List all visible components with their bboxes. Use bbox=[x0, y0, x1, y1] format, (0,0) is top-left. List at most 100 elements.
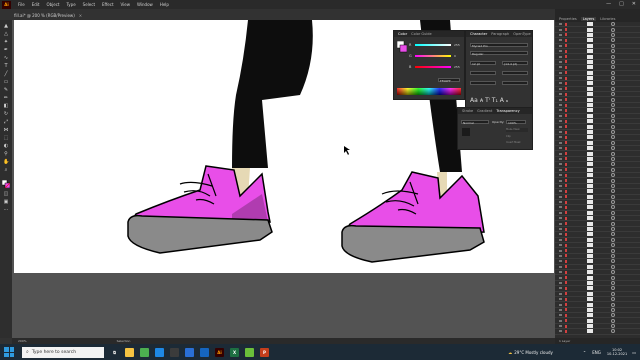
visibility-eye-icon[interactable] bbox=[559, 168, 562, 171]
tab-color-guide[interactable]: Color Guide bbox=[411, 32, 432, 36]
minimize-button[interactable]: — bbox=[606, 1, 611, 7]
visibility-eye-icon[interactable] bbox=[559, 201, 562, 204]
visibility-eye-icon[interactable] bbox=[559, 71, 562, 74]
visibility-eye-icon[interactable] bbox=[559, 308, 562, 311]
make-mask-button[interactable]: Make Mask bbox=[506, 128, 528, 132]
clock[interactable]: 10:02 10-12-2021 bbox=[607, 348, 627, 356]
visibility-eye-icon[interactable] bbox=[559, 152, 562, 155]
visibility-eye-icon[interactable] bbox=[559, 271, 562, 274]
visibility-eye-icon[interactable] bbox=[559, 87, 562, 90]
maximize-button[interactable]: □ bbox=[619, 1, 624, 7]
visibility-eye-icon[interactable] bbox=[559, 104, 562, 107]
blue-slider[interactable]: B 255 bbox=[409, 65, 462, 69]
rotate-tool-icon[interactable]: ↻ bbox=[3, 112, 9, 117]
visibility-eye-icon[interactable] bbox=[559, 66, 562, 69]
hand-tool-icon[interactable]: ✋ bbox=[3, 160, 9, 165]
target-icon[interactable] bbox=[611, 22, 615, 27]
green-slider[interactable]: G 0 bbox=[409, 54, 462, 58]
tab-opentype[interactable]: OpenType bbox=[513, 32, 530, 36]
blue-slider-value[interactable]: 255 bbox=[454, 65, 462, 69]
line-tool-icon[interactable]: ╱ bbox=[3, 72, 9, 77]
kerning-field[interactable] bbox=[470, 71, 496, 75]
target-icon[interactable] bbox=[611, 243, 615, 248]
visibility-eye-icon[interactable] bbox=[559, 184, 562, 187]
language-indicator[interactable]: ENG bbox=[592, 350, 601, 355]
hex-field[interactable]: FF00FF bbox=[438, 78, 460, 83]
layer-row[interactable] bbox=[555, 329, 640, 335]
visibility-eye-icon[interactable] bbox=[559, 276, 562, 279]
target-icon[interactable] bbox=[611, 92, 615, 97]
clip-checkbox[interactable]: Clip bbox=[506, 135, 511, 138]
target-icon[interactable] bbox=[611, 43, 615, 48]
visibility-eye-icon[interactable] bbox=[559, 179, 562, 182]
blend-mode-select[interactable]: Normal bbox=[461, 120, 489, 125]
opacity-field[interactable]: 100% bbox=[506, 120, 526, 125]
target-icon[interactable] bbox=[611, 280, 615, 285]
powerpoint-icon[interactable]: P bbox=[260, 347, 269, 357]
target-icon[interactable] bbox=[611, 124, 615, 129]
visibility-eye-icon[interactable] bbox=[559, 131, 562, 133]
curvature-tool-icon[interactable]: ∿ bbox=[3, 56, 9, 61]
file-explorer-icon[interactable] bbox=[125, 347, 134, 357]
target-icon[interactable] bbox=[611, 189, 615, 194]
taskbar-search[interactable]: ⌕ Type here to search bbox=[22, 346, 104, 358]
target-icon[interactable] bbox=[611, 232, 615, 237]
menu-effect[interactable]: Effect bbox=[102, 2, 114, 7]
visibility-eye-icon[interactable] bbox=[559, 292, 562, 295]
target-icon[interactable] bbox=[611, 146, 615, 151]
tab-layers[interactable]: Layers bbox=[580, 16, 597, 21]
tab-paragraph[interactable]: Paragraph bbox=[491, 32, 509, 36]
menu-window[interactable]: Window bbox=[137, 2, 153, 7]
target-icon[interactable] bbox=[611, 97, 615, 102]
target-icon[interactable] bbox=[611, 49, 615, 54]
visibility-eye-icon[interactable] bbox=[559, 147, 562, 150]
visibility-eye-icon[interactable] bbox=[559, 23, 562, 26]
target-icon[interactable] bbox=[611, 248, 615, 253]
target-icon[interactable] bbox=[611, 54, 615, 59]
visibility-eye-icon[interactable] bbox=[559, 120, 562, 123]
target-icon[interactable] bbox=[611, 27, 615, 32]
target-icon[interactable] bbox=[611, 70, 615, 75]
visibility-eye-icon[interactable] bbox=[559, 195, 562, 198]
visibility-eye-icon[interactable] bbox=[559, 50, 562, 53]
visibility-eye-icon[interactable] bbox=[559, 238, 562, 241]
target-icon[interactable] bbox=[611, 76, 615, 81]
target-icon[interactable] bbox=[611, 205, 615, 210]
selection-tool-icon[interactable]: ▲ bbox=[3, 24, 9, 29]
visibility-eye-icon[interactable] bbox=[559, 39, 562, 42]
target-icon[interactable] bbox=[611, 270, 615, 275]
rectangle-tool-icon[interactable]: ▭ bbox=[3, 80, 9, 85]
drawing-modes-icon[interactable]: ◫ bbox=[3, 192, 9, 197]
visibility-eye-icon[interactable] bbox=[559, 281, 562, 284]
shape-builder-icon[interactable]: ◐ bbox=[3, 144, 9, 149]
fill-stroke-swatch-icon[interactable] bbox=[1, 179, 11, 189]
paintbrush-tool-icon[interactable]: ✎ bbox=[3, 88, 9, 93]
visibility-eye-icon[interactable] bbox=[559, 206, 562, 209]
target-icon[interactable] bbox=[611, 119, 615, 124]
width-tool-icon[interactable]: ⋈ bbox=[3, 128, 9, 133]
target-icon[interactable] bbox=[611, 253, 615, 258]
visibility-eye-icon[interactable] bbox=[559, 217, 562, 220]
visibility-eye-icon[interactable] bbox=[559, 298, 562, 301]
horizontal-scale-field[interactable] bbox=[502, 81, 528, 85]
target-icon[interactable] bbox=[611, 130, 615, 134]
target-icon[interactable] bbox=[611, 275, 615, 280]
target-icon[interactable] bbox=[611, 313, 615, 318]
green-slider-value[interactable]: 0 bbox=[454, 54, 462, 58]
color-spectrum[interactable] bbox=[397, 88, 461, 95]
font-size-field[interactable]: 12 pt bbox=[470, 61, 496, 66]
target-icon[interactable] bbox=[611, 156, 615, 161]
red-slider-track[interactable] bbox=[415, 44, 451, 46]
visibility-eye-icon[interactable] bbox=[559, 228, 562, 231]
font-style-field[interactable]: Regular bbox=[470, 51, 528, 56]
pen-tool-icon[interactable]: ✒ bbox=[3, 48, 9, 53]
visibility-eye-icon[interactable] bbox=[559, 163, 562, 166]
visibility-eye-icon[interactable] bbox=[559, 314, 562, 317]
tray-chevron-icon[interactable]: ⌃ bbox=[583, 350, 586, 355]
task-view-icon[interactable]: ⧉ bbox=[110, 348, 119, 357]
tab-transparency[interactable]: Transparency bbox=[496, 109, 519, 113]
visibility-eye-icon[interactable] bbox=[559, 55, 562, 58]
tab-stroke[interactable]: Stroke bbox=[462, 109, 473, 113]
target-icon[interactable] bbox=[611, 32, 615, 37]
visibility-eye-icon[interactable] bbox=[559, 325, 562, 328]
